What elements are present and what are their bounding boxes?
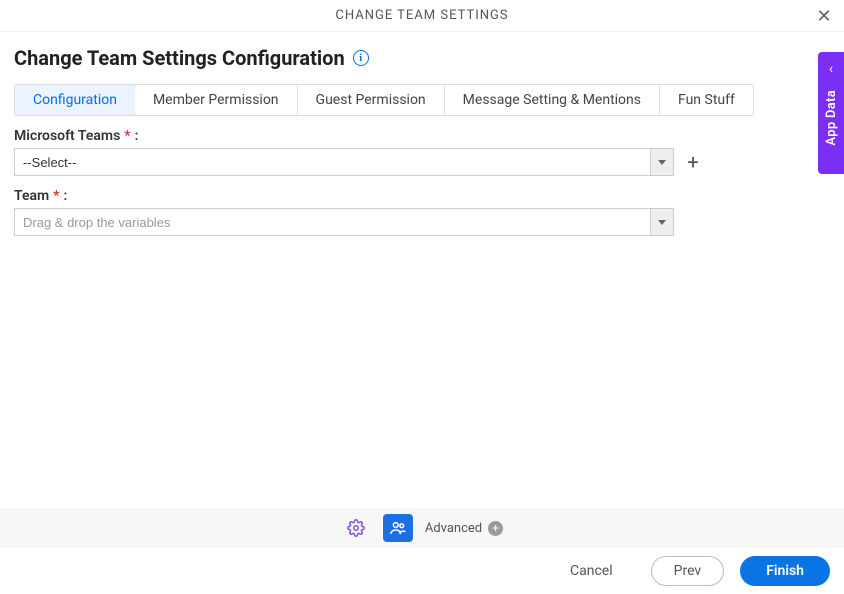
- team-label: Team * :: [14, 188, 830, 204]
- tab-guest-permission[interactable]: Guest Permission: [298, 85, 445, 115]
- tab-member-permission[interactable]: Member Permission: [135, 85, 298, 115]
- advanced-label: Advanced: [425, 521, 482, 536]
- team-label-text: Team: [14, 188, 49, 204]
- page-title-row: Change Team Settings Configuration i: [14, 46, 830, 70]
- users-icon[interactable]: [383, 514, 413, 542]
- team-combo: [14, 208, 674, 236]
- required-marker: *: [124, 128, 130, 144]
- info-icon[interactable]: i: [353, 50, 369, 66]
- cancel-button[interactable]: Cancel: [548, 556, 635, 586]
- label-colon: :: [135, 128, 139, 144]
- modal-title: CHANGE TEAM SETTINGS: [0, 8, 844, 23]
- msteams-combo: [14, 148, 674, 176]
- required-marker: *: [53, 188, 59, 204]
- content-area: Change Team Settings Configuration i Con…: [0, 32, 844, 236]
- team-row: [14, 208, 830, 236]
- advanced-toggle[interactable]: Advanced +: [425, 521, 503, 536]
- dropdown-caret-icon[interactable]: [650, 208, 674, 236]
- finish-button[interactable]: Finish: [740, 556, 830, 586]
- msteams-input[interactable]: [14, 148, 650, 176]
- team-input[interactable]: [14, 208, 650, 236]
- tab-bar: Configuration Member Permission Guest Pe…: [14, 84, 754, 116]
- tab-fun-stuff[interactable]: Fun Stuff: [660, 85, 753, 115]
- chevron-left-icon: ‹: [829, 62, 833, 76]
- gear-icon[interactable]: [341, 514, 371, 542]
- msteams-label: Microsoft Teams * :: [14, 128, 830, 144]
- bottom-toolbar: Advanced +: [0, 508, 844, 548]
- app-data-panel[interactable]: ‹ App Data: [818, 52, 844, 174]
- app-data-label: App Data: [824, 90, 839, 146]
- close-icon[interactable]: ✕: [812, 4, 836, 28]
- dropdown-caret-icon[interactable]: [650, 148, 674, 176]
- page-title: Change Team Settings Configuration: [14, 46, 345, 70]
- tab-configuration[interactable]: Configuration: [14, 84, 136, 116]
- tab-message-setting[interactable]: Message Setting & Mentions: [445, 85, 660, 115]
- msteams-label-text: Microsoft Teams: [14, 128, 120, 144]
- prev-button[interactable]: Prev: [651, 556, 725, 586]
- footer: Cancel Prev Finish: [0, 548, 844, 594]
- label-colon: :: [63, 188, 67, 204]
- msteams-row: +: [14, 148, 830, 176]
- modal-header: CHANGE TEAM SETTINGS ✕: [0, 0, 844, 32]
- add-connection-icon[interactable]: +: [682, 151, 704, 173]
- plus-circle-icon: +: [488, 521, 503, 536]
